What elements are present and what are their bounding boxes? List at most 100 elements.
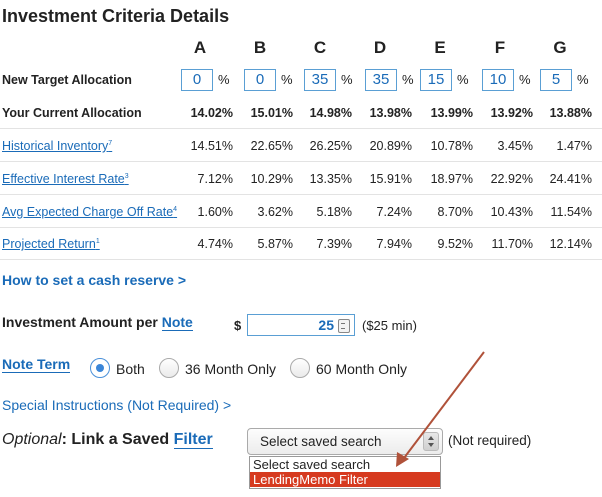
investment-amount-label: Investment Amount per Note [2,314,193,331]
grade-header-c: C [313,38,327,57]
historical-cell-f: 3.45% [497,139,533,153]
target-allocation-input-g[interactable]: 5 [540,69,572,91]
dropdown-option-lendingmemo-filter[interactable]: LendingMemo Filter [250,472,440,487]
investment-amount-text: Investment Amount per [2,314,162,330]
projected-cell-c: 7.39% [316,237,352,251]
charge-off-rate-link[interactable]: Avg Expected Charge Off Rate4 [2,205,177,219]
chargeoff-cell-e: 8.70% [437,205,473,219]
projected-cell-g: 12.14% [549,237,592,251]
target-allocation-input-a[interactable]: 0 [181,69,213,91]
divider [0,194,602,195]
historical-cell-c: 26.25% [309,139,352,153]
current-allocation-label: Your Current Allocation [2,106,142,120]
divider [0,227,602,228]
historical-inventory-link[interactable]: Historical Inventory7 [2,139,112,153]
radio-36-month[interactable] [159,358,179,378]
projected-cell-a: 4.74% [197,237,233,251]
current-cell-f: 13.92% [490,106,533,120]
projected-cell-f: 11.70% [491,237,533,251]
footnote-marker: 1 [95,237,100,245]
note-term-link[interactable]: Note Term [2,356,71,373]
not-required-note: (Not required) [448,433,532,448]
grade-header-b: B [253,38,267,57]
divider [0,259,602,260]
chargeoff-cell-d: 7.24% [376,205,412,219]
projected-return-link[interactable]: Projected Return1 [2,237,100,251]
investment-amount-input[interactable]: 25 [247,314,355,336]
radio-36-month-label[interactable]: 36 Month Only [185,361,276,377]
page-title: Investment Criteria Details [2,6,230,26]
target-allocation-input-b[interactable]: 0 [244,69,276,91]
dropdown-option-select-saved-search[interactable]: Select saved search [250,457,440,472]
historical-cell-a: 14.51% [190,139,233,153]
effective-interest-rate-label: Effective Interest Rate [2,172,125,186]
grade-header-f: F [494,38,506,57]
grade-header-a: A [193,38,207,57]
grade-header-g: G [553,38,567,57]
radio-both-label[interactable]: Both [116,361,145,377]
interest-cell-e: 18.97% [430,172,473,186]
target-allocation-input-c[interactable]: 35 [304,69,336,91]
percent-sign: % [519,72,531,87]
current-cell-e: 13.99% [430,106,473,120]
target-allocation-input-e[interactable]: 15 [420,69,452,91]
current-cell-a: 14.02% [190,106,233,120]
special-instructions-link[interactable]: Special Instructions (Not Required) > [2,397,231,413]
interest-cell-a: 7.12% [197,172,233,186]
note-link[interactable]: Note [161,314,193,331]
interest-cell-f: 22.92% [490,172,533,186]
link-saved-text: : Link a Saved [61,431,174,448]
saved-filter-label: Optional: Link a Saved Filter [2,431,213,449]
minimum-note: ($25 min) [362,318,417,333]
historical-cell-d: 20.89% [369,139,412,153]
interest-cell-g: 24.41% [549,172,592,186]
currency-symbol: $ [234,318,242,333]
footnote-marker: 7 [108,139,113,147]
chargeoff-cell-a: 1.60% [197,205,233,219]
percent-sign: % [341,72,353,87]
historical-cell-e: 10.78% [430,139,473,153]
saved-search-select[interactable]: Select saved search [247,428,443,455]
projected-cell-e: 9.52% [437,237,473,251]
optional-text: Optional [2,431,62,448]
current-cell-g: 13.88% [549,106,592,120]
current-cell-b: 15.01% [250,106,293,120]
historical-inventory-label: Historical Inventory [2,139,109,153]
divider [0,128,602,129]
projected-cell-d: 7.94% [376,237,412,251]
investment-amount-value: 25 [318,317,334,333]
radio-both[interactable] [90,358,110,378]
historical-cell-g: 1.47% [556,139,592,153]
spinner-icon[interactable] [338,319,350,333]
projected-cell-b: 5.87% [257,237,293,251]
percent-sign: % [577,72,589,87]
saved-search-selected: Select saved search [260,434,382,449]
chargeoff-cell-g: 11.54% [550,205,592,219]
saved-search-dropdown: Select saved search LendingMemo Filter [249,456,441,489]
radio-60-month[interactable] [290,358,310,378]
target-allocation-label: New Target Allocation [2,73,132,87]
filter-link[interactable]: Filter [173,431,213,449]
current-cell-d: 13.98% [369,106,412,120]
grade-header-e: E [434,38,446,57]
select-arrows-icon[interactable] [423,432,439,451]
target-allocation-input-f[interactable]: 10 [482,69,514,91]
chargeoff-cell-b: 3.62% [257,205,293,219]
chargeoff-cell-f: 10.43% [490,205,533,219]
projected-return-label: Projected Return [2,237,96,251]
effective-interest-rate-link[interactable]: Effective Interest Rate3 [2,172,129,186]
historical-cell-b: 22.65% [250,139,293,153]
percent-sign: % [402,72,414,87]
current-cell-c: 14.98% [309,106,352,120]
footnote-marker: 3 [124,172,129,180]
cash-reserve-link[interactable]: How to set a cash reserve > [2,272,186,288]
percent-sign: % [281,72,293,87]
chargeoff-cell-c: 5.18% [316,205,352,219]
radio-60-month-label[interactable]: 60 Month Only [316,361,407,377]
percent-sign: % [457,72,469,87]
interest-cell-b: 10.29% [250,172,293,186]
divider [0,161,602,162]
target-allocation-input-d[interactable]: 35 [365,69,397,91]
percent-sign: % [218,72,230,87]
interest-cell-c: 13.35% [309,172,352,186]
